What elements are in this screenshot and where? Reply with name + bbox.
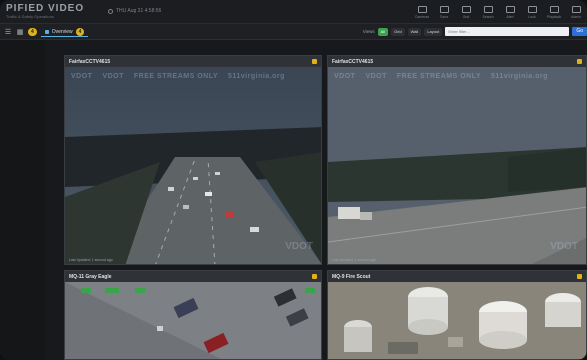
tray-label: Alert <box>506 14 514 19</box>
tray-alert[interactable]: Alert <box>499 2 521 22</box>
video-feed[interactable]: VDOT VDOT FREE STREAMS ONLY 511virginia.… <box>65 67 321 264</box>
toolbar-left: ☰ ▦ 4 Overview 4 <box>4 27 89 37</box>
view-button-grid[interactable]: Grid <box>391 27 405 36</box>
watermark-text: FREE STREAMS ONLY <box>396 73 481 80</box>
watermark-text: FREE STREAMS ONLY <box>133 73 218 80</box>
watermark-text: VDOT <box>71 73 93 80</box>
tab-label: Overview <box>51 28 73 35</box>
video-watermark: VDOT VDOT FREE STREAMS ONLY 511virginia.… <box>334 73 580 80</box>
top-bar: PIFIED VIDEO Traffic & Safety Operations… <box>0 0 587 24</box>
tray-tours[interactable]: Tours <box>433 2 455 22</box>
watermark-text: VDOT <box>365 73 387 80</box>
panel-footer: Last Updated: 1 second ago <box>69 258 113 262</box>
tray-search[interactable]: Search <box>477 2 499 22</box>
camera-panel[interactable]: FairfaxCCTV4615 VDOT VDOT FREE STREAMS O… <box>327 55 587 265</box>
panel-footer: Last Updated: 1 second ago <box>332 258 376 262</box>
camera-panel[interactable]: FairfaxCCTV4615 VDOT VDOT FREE STREAMS O… <box>64 55 322 265</box>
tab-badge: 4 <box>75 27 85 36</box>
aerial-video-frame <box>65 282 321 359</box>
view-button-all[interactable]: All <box>377 27 389 36</box>
view-button-layout[interactable]: Layout <box>424 27 443 36</box>
views-label: Views <box>362 29 375 34</box>
camera-grid: FairfaxCCTV4615 VDOT VDOT FREE STREAMS O… <box>64 55 587 360</box>
tray-label: Playback <box>546 14 562 19</box>
tray-playback[interactable]: Playback <box>543 2 565 22</box>
video-feed[interactable]: VDOT VDOT FREE STREAMS ONLY 511virginia.… <box>328 67 586 264</box>
tray-label: Lock <box>528 14 536 19</box>
go-button[interactable]: Go <box>572 27 587 36</box>
watermark-text: VDOT <box>102 73 124 80</box>
panel-title: MQ-11 Gray Eagle <box>69 273 112 280</box>
clock-icon <box>108 8 113 14</box>
tray-cameras[interactable]: Cameras <box>411 2 433 22</box>
video-watermark: VDOT VDOT FREE STREAMS ONLY 511virginia.… <box>71 73 315 80</box>
tray-label: Grid <box>462 14 470 19</box>
tray-lock[interactable]: Lock <box>521 2 543 22</box>
highway-video-frame <box>65 67 321 264</box>
toolbar-tray: Cameras Tours Grid Search Alert Lock Pla… <box>411 2 587 22</box>
panel-menu-icon[interactable] <box>312 59 317 64</box>
highway-video-frame <box>328 67 586 264</box>
view-toolbar: ☰ ▦ 4 Overview 4 Views All Grid Wall Lay… <box>0 24 587 40</box>
layout-icon[interactable]: ▦ <box>16 28 24 36</box>
playback-icon <box>549 5 559 13</box>
tab-icon <box>44 29 49 34</box>
panel-title: FairfaxCCTV4615 <box>69 58 111 65</box>
tray-label: Tours <box>439 14 449 19</box>
brand-watermark: VDOT <box>285 241 313 252</box>
brand-watermark: VDOT <box>550 241 578 252</box>
menu-icon[interactable]: ☰ <box>4 28 12 36</box>
search-icon <box>483 5 493 13</box>
lock-icon <box>527 5 537 13</box>
system-time-text: THU Aug 31 4:58:56 <box>116 8 162 14</box>
watermark-text: 511virginia.org <box>491 73 548 80</box>
toolbar-right: Views All Grid Wall Layout Enter filter.… <box>363 27 587 36</box>
tray-admin[interactable]: Admin <box>565 2 587 22</box>
tray-label: Cameras <box>414 14 430 19</box>
watermark-text: VDOT <box>334 73 356 80</box>
panel-header: FairfaxCCTV4615 <box>65 56 321 67</box>
view-button-wall[interactable]: Wall <box>407 27 422 36</box>
bell-icon <box>505 5 515 13</box>
tab-overview[interactable]: Overview 4 <box>40 27 89 37</box>
camera-icon <box>417 5 427 13</box>
panel-header: MQ-9 Fire Scout <box>328 271 586 282</box>
system-time: THU Aug 31 4:58:56 <box>108 8 161 14</box>
gear-icon <box>571 5 581 13</box>
tray-label: Search <box>482 14 494 19</box>
tours-icon <box>439 5 449 13</box>
camera-panel[interactable]: MQ-11 Gray Eagle <box>64 270 322 360</box>
aerial-video-frame <box>328 282 586 359</box>
filter-input[interactable]: Enter filter... <box>445 27 570 36</box>
video-feed[interactable] <box>328 282 586 359</box>
panel-header: MQ-11 Gray Eagle <box>65 271 321 282</box>
camera-panel[interactable]: MQ-9 Fire Scout <box>327 270 587 360</box>
video-feed[interactable] <box>65 282 321 359</box>
panel-menu-icon[interactable] <box>577 59 582 64</box>
panel-menu-icon[interactable] <box>577 274 582 279</box>
sidebar <box>0 40 46 360</box>
panel-header: FairfaxCCTV4615 <box>328 56 586 67</box>
count-badge: 4 <box>28 28 37 36</box>
panel-title: MQ-9 Fire Scout <box>332 273 371 280</box>
panel-title: FairfaxCCTV4615 <box>332 58 374 65</box>
app-subtitle: Traffic & Safety Operations <box>6 14 54 19</box>
watermark-text: 511virginia.org <box>228 73 285 80</box>
app-window: PIFIED VIDEO Traffic & Safety Operations… <box>0 0 587 360</box>
tray-grid[interactable]: Grid <box>455 2 477 22</box>
tray-label: Admin <box>571 14 581 19</box>
grid-icon <box>461 5 471 13</box>
panel-menu-icon[interactable] <box>312 274 317 279</box>
app-logo: PIFIED VIDEO <box>6 3 85 14</box>
